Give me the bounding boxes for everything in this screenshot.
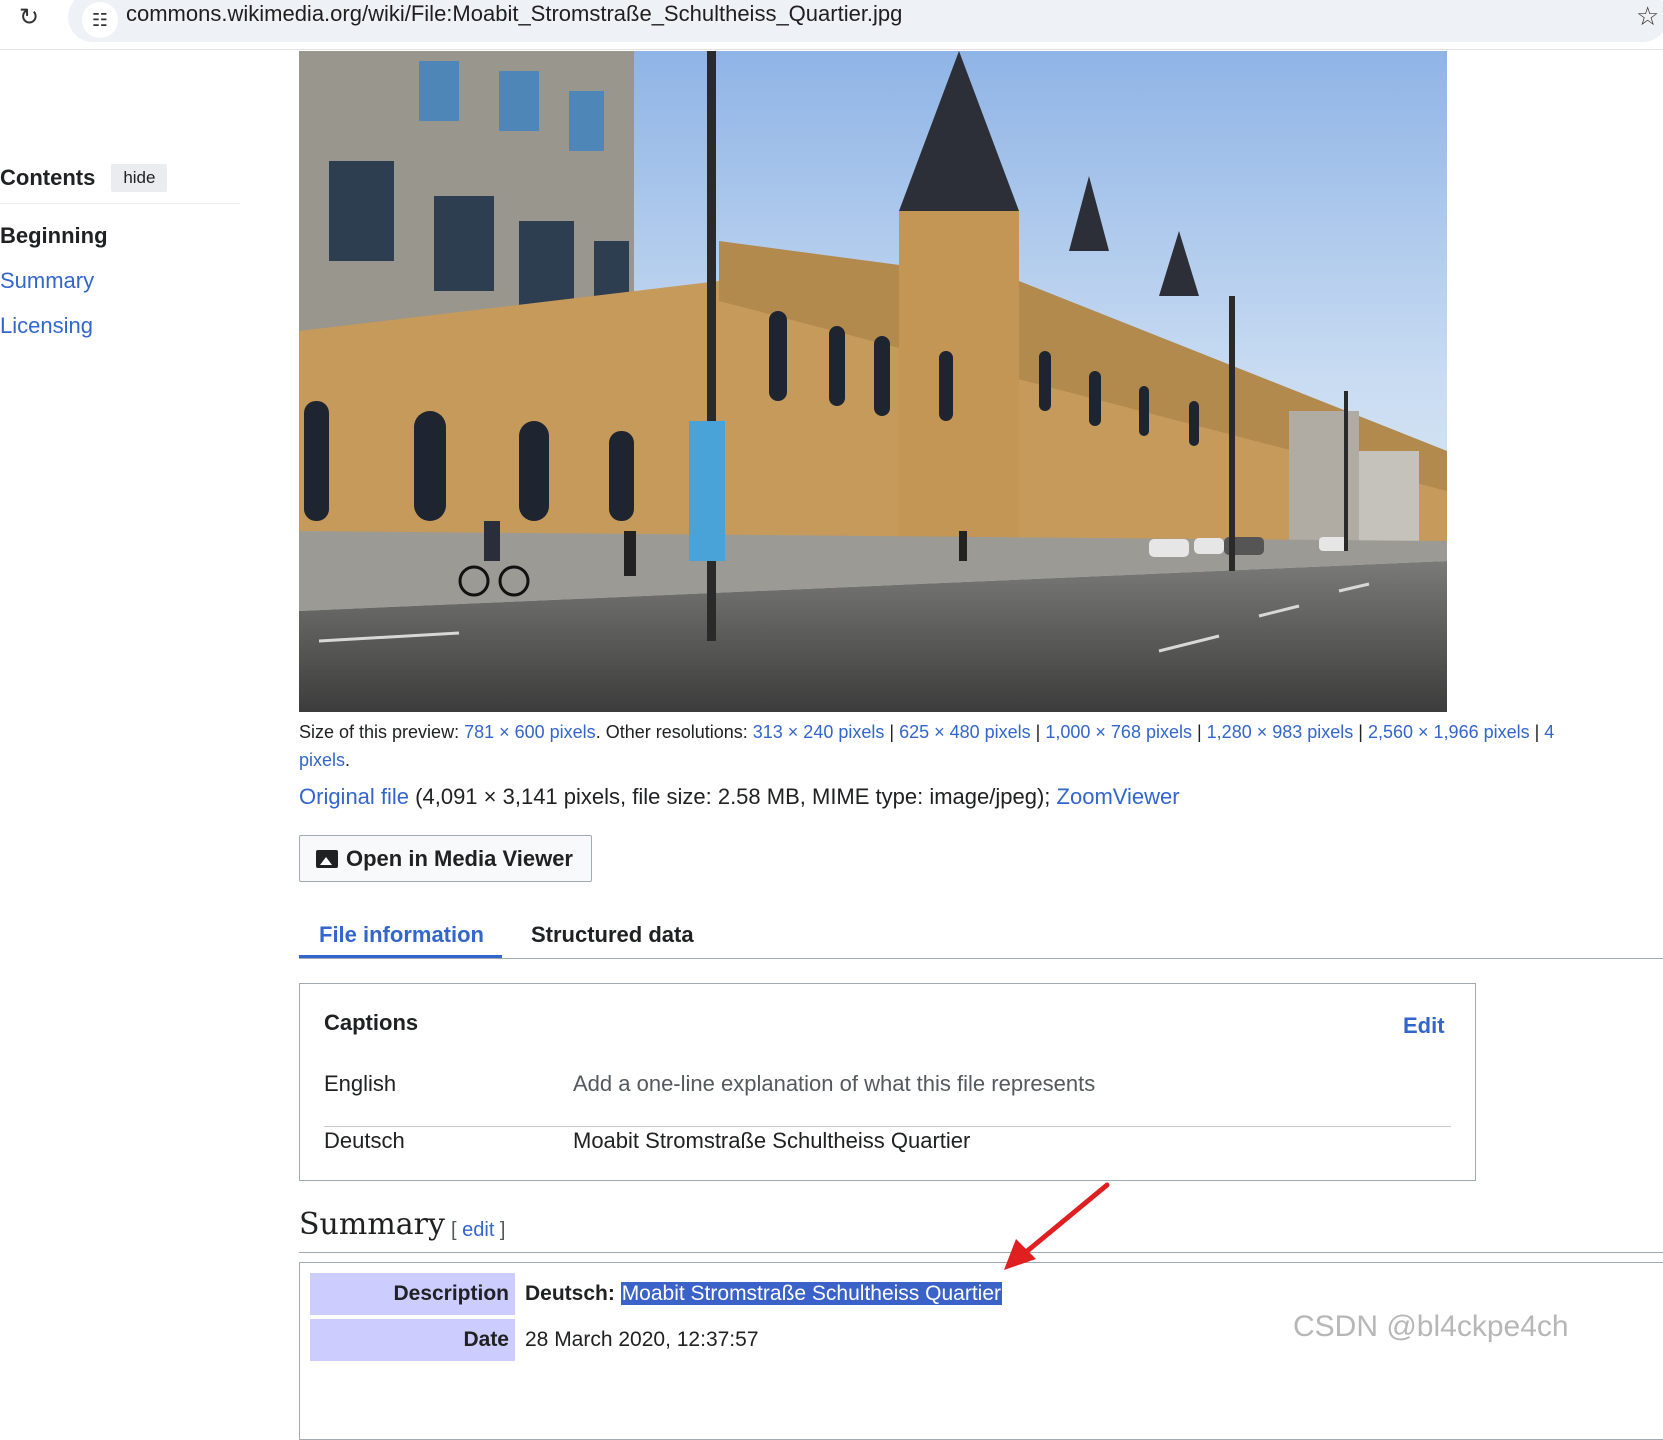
selected-description-text[interactable]: Moabit Stromstraße Schultheiss Quartier bbox=[620, 1282, 1002, 1305]
summary-edit-section: [ edit ] bbox=[451, 1219, 506, 1242]
resolution-link[interactable]: 1,000 × 768 pixels bbox=[1045, 722, 1192, 742]
row-value-description: Deutsch: Moabit Stromstraße Schultheiss … bbox=[525, 1273, 1002, 1315]
resolution-link[interactable]: 1,280 × 983 pixels bbox=[1207, 722, 1354, 742]
preview-size-line-wrap: pixels. bbox=[299, 746, 350, 774]
resolution-separator: | bbox=[884, 722, 900, 742]
tab-structured-data[interactable]: Structured data bbox=[531, 922, 694, 948]
tab-file-information[interactable]: File information bbox=[319, 922, 484, 948]
open-media-viewer-button[interactable]: Open in Media Viewer bbox=[299, 835, 592, 882]
annotation-arrow-icon bbox=[1004, 1182, 1110, 1270]
toc-item-licensing[interactable]: Licensing bbox=[0, 312, 240, 339]
caption-value: Moabit Stromstraße Schultheiss Quartier bbox=[573, 1128, 971, 1153]
resolution-separator: | bbox=[1191, 722, 1207, 742]
preview-period: . bbox=[345, 750, 351, 770]
zoomviewer-link[interactable]: ZoomViewer bbox=[1057, 784, 1180, 809]
edit-bracket-close: ] bbox=[494, 1219, 506, 1241]
resolution-separator: | bbox=[1353, 722, 1368, 742]
row-label-description: Description bbox=[310, 1273, 515, 1315]
resolution-link-wrap[interactable]: pixels bbox=[299, 750, 345, 770]
caption-row: Deutsch Moabit Stromstraße Schultheiss Q… bbox=[324, 1128, 1451, 1184]
resolution-link-truncated[interactable]: 4 bbox=[1544, 722, 1554, 742]
address-bar[interactable]: ☷ commons.wikimedia.org/wiki/File:Moabit… bbox=[68, 0, 1663, 42]
edit-bracket-open: [ bbox=[451, 1219, 463, 1241]
resolution-separator: | bbox=[1030, 722, 1046, 742]
table-of-contents: Contents hide Beginning Summary Licensin… bbox=[0, 160, 240, 339]
summary-heading: Summary [ edit ] bbox=[299, 1207, 1663, 1253]
preview-size-label: Size of this preview: bbox=[299, 722, 465, 742]
description-language: Deutsch: bbox=[525, 1282, 621, 1305]
open-media-viewer-label: Open in Media Viewer bbox=[346, 845, 573, 871]
caption-language: English bbox=[324, 1071, 397, 1096]
site-settings-icon[interactable]: ☷ bbox=[82, 2, 118, 38]
watermark: CSDN @bl4ckpe4ch bbox=[1293, 1310, 1569, 1343]
url-text[interactable]: commons.wikimedia.org/wiki/File:Moabit_S… bbox=[126, 1, 902, 27]
row-label-date: Date bbox=[310, 1319, 515, 1361]
street-photo-illustration bbox=[299, 51, 1447, 712]
resolution-link[interactable]: 625 × 480 pixels bbox=[899, 722, 1031, 742]
active-tab-indicator bbox=[299, 955, 502, 958]
other-resolutions-label: . Other resolutions: bbox=[595, 722, 753, 742]
image-icon bbox=[316, 849, 338, 868]
row-value-date: 28 March 2020, 12:37:57 bbox=[525, 1328, 759, 1351]
captions-title: Captions bbox=[324, 1010, 419, 1035]
file-tabs: File information Structured data bbox=[299, 912, 1663, 959]
resolution-link[interactable]: 2,560 × 1,966 pixels bbox=[1368, 722, 1530, 742]
caption-language: Deutsch bbox=[324, 1128, 405, 1153]
reload-icon[interactable]: ↻ bbox=[12, 2, 46, 32]
file-preview-image[interactable] bbox=[299, 51, 1447, 712]
preview-size-line: Size of this preview: 781 × 600 pixels. … bbox=[299, 718, 1663, 746]
toc-item-beginning[interactable]: Beginning bbox=[0, 222, 240, 249]
summary-title: Summary bbox=[299, 1207, 445, 1242]
toc-item-summary[interactable]: Summary bbox=[0, 267, 240, 294]
summary-edit-link[interactable]: edit bbox=[462, 1219, 494, 1241]
toc-header: Contents hide bbox=[0, 160, 240, 204]
original-file-link[interactable]: Original file bbox=[299, 784, 409, 809]
bookmark-star-icon[interactable]: ☆ bbox=[1636, 2, 1659, 32]
toc-hide-button[interactable]: hide bbox=[111, 163, 168, 192]
browser-toolbar: ↻ ☷ commons.wikimedia.org/wiki/File:Moab… bbox=[0, 0, 1663, 50]
table-row: Description Deutsch: Moabit Stromstraße … bbox=[310, 1273, 1663, 1315]
captions-panel: Captions Edit English Add a one-line exp… bbox=[299, 983, 1476, 1181]
resolution-link[interactable]: 313 × 240 pixels bbox=[753, 722, 885, 742]
original-file-details: (4,091 × 3,141 pixels, file size: 2.58 M… bbox=[409, 784, 1057, 809]
caption-value-placeholder[interactable]: Add a one-line explanation of what this … bbox=[573, 1071, 1095, 1097]
original-file-line: Original file (4,091 × 3,141 pixels, fil… bbox=[299, 784, 1180, 810]
toc-title: Contents bbox=[0, 164, 96, 190]
preview-size-link[interactable]: 781 × 600 pixels bbox=[464, 722, 596, 742]
resolution-separator: | bbox=[1529, 722, 1545, 742]
caption-row: English Add a one-line explanation of wh… bbox=[324, 1071, 1451, 1127]
file-info-table: Description Deutsch: Moabit Stromstraße … bbox=[299, 1262, 1663, 1440]
captions-edit-button[interactable]: Edit bbox=[1403, 1013, 1445, 1039]
